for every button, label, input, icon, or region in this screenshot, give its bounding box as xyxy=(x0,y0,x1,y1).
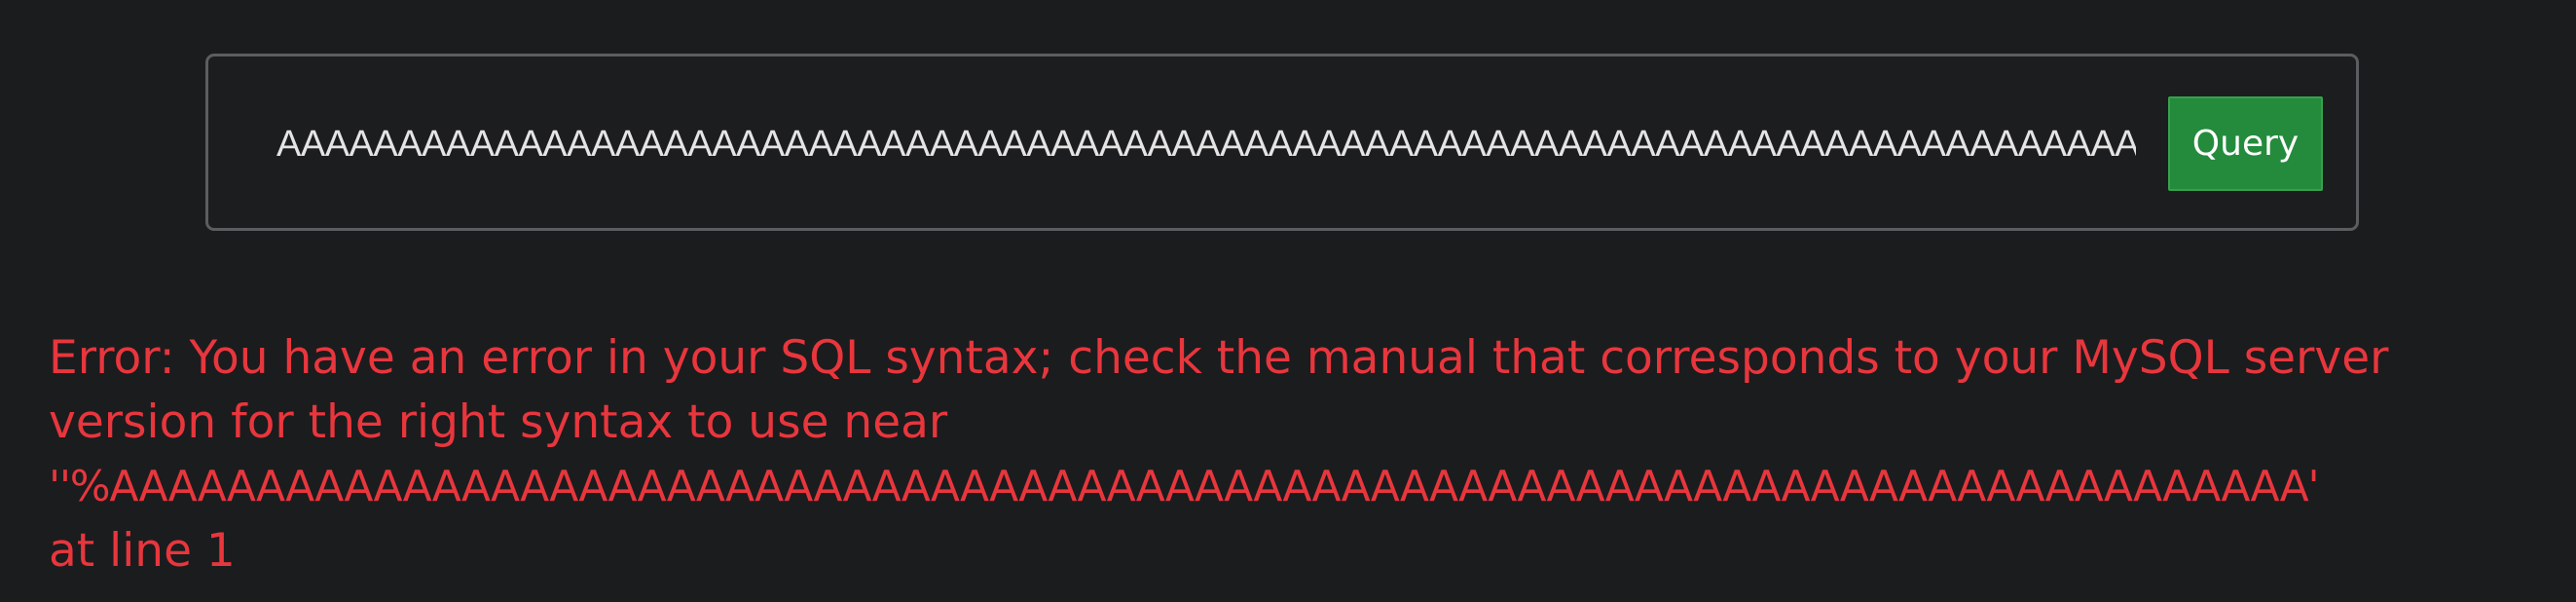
error-line-1: Error: You have an error in your SQL syn… xyxy=(49,331,2389,385)
query-panel: Query xyxy=(205,54,2359,231)
query-button[interactable]: Query xyxy=(2168,96,2323,191)
sql-error-message: Error: You have an error in your SQL syn… xyxy=(49,326,2541,583)
error-line-3: ''%AAAAAAAAAAAAAAAAAAAAAAAAAAAAAAAAAAAAA… xyxy=(49,462,2320,511)
query-input[interactable] xyxy=(276,115,2136,173)
error-line-4: at line 1 xyxy=(49,524,236,578)
error-line-2: version for the right syntax to use near xyxy=(49,395,948,449)
